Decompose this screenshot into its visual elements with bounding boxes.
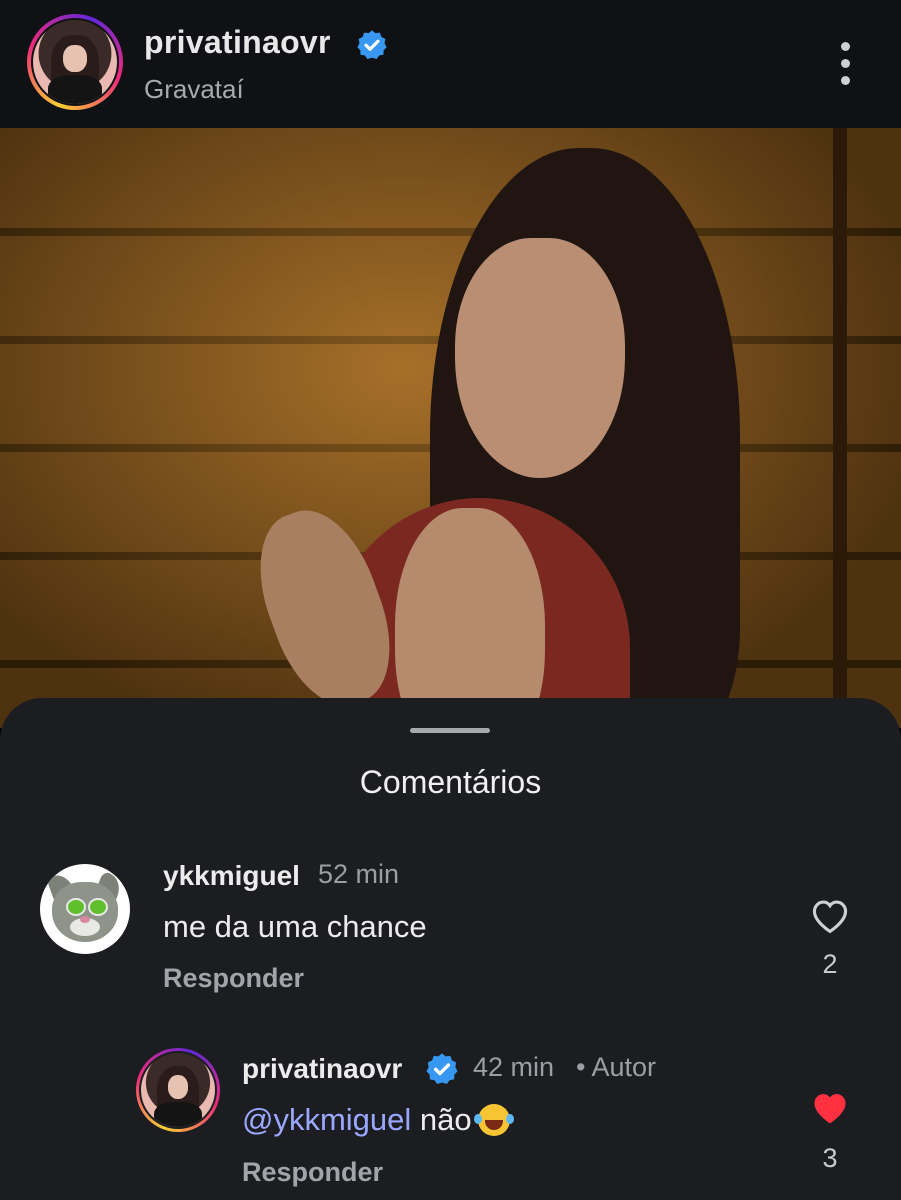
more-vertical-icon[interactable] [836, 42, 856, 86]
reply-button[interactable]: Responder [242, 1157, 383, 1188]
verified-badge-icon [426, 1053, 458, 1085]
avatar-image [33, 20, 117, 104]
mention-link[interactable]: @ykkmiguel [242, 1102, 411, 1137]
like-count: 2 [822, 949, 838, 979]
comment-time: 52 min [318, 859, 400, 889]
post-header: privatinaovr Gravataí [0, 0, 901, 128]
laughing-emoji-icon [473, 1104, 510, 1136]
reply-text: não [411, 1102, 472, 1137]
drag-handle[interactable] [410, 728, 490, 733]
profile-avatar[interactable] [27, 14, 123, 110]
header-location[interactable]: Gravataí [144, 74, 244, 105]
post-image[interactable] [0, 128, 901, 728]
comment-username[interactable]: ykkmiguel [163, 860, 300, 892]
verified-badge-icon [357, 30, 387, 60]
like-heart-outline-icon[interactable] [809, 896, 851, 934]
commenter-avatar[interactable] [40, 864, 130, 954]
reply-button[interactable]: Responder [163, 963, 304, 994]
like-count: 3 [822, 1143, 838, 1173]
header-username[interactable]: privatinaovr [144, 24, 331, 61]
comment-text: me da uma chance [163, 909, 427, 944]
reply-username[interactable]: privatinaovr [242, 1053, 402, 1085]
reply-time: 42 min [473, 1052, 555, 1082]
like-heart-filled-icon[interactable] [809, 1088, 851, 1126]
reply-text-line: @ykkmiguel não [242, 1102, 510, 1138]
author-tag: • Autor [576, 1052, 656, 1082]
reply-avatar[interactable] [136, 1048, 220, 1132]
comments-sheet: Comentários ykkmiguel 52 min me da uma c… [0, 698, 901, 1200]
comments-title: Comentários [359, 764, 542, 800]
